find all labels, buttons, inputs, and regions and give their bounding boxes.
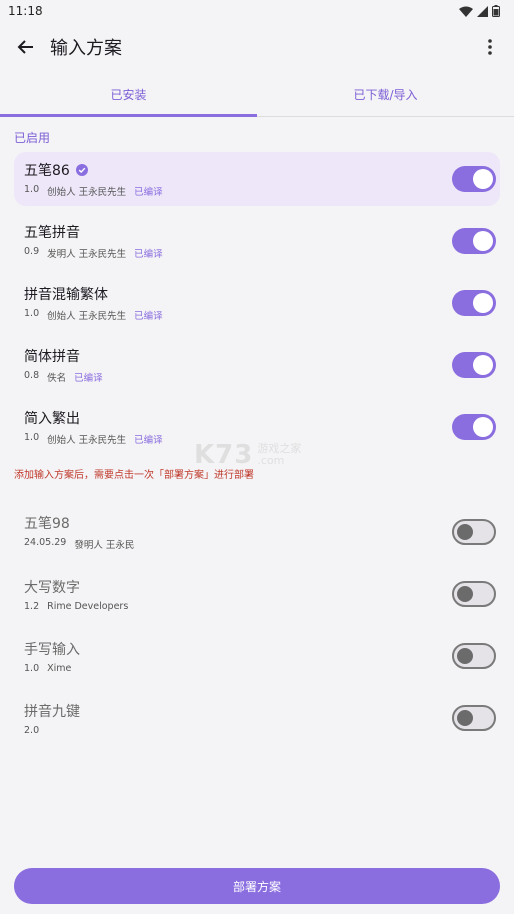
scheme-item-wubi86[interactable]: 五笔86 1.0 创始人 王永民先生 已编译 [14,152,500,206]
scheme-author: 發明人 王永民 [74,540,135,551]
wifi-icon [459,6,473,17]
scheme-name: 简体拼音 [24,349,80,365]
scheme-author: 创始人 王永民先生 [47,311,127,322]
scheme-name: 五笔98 [24,516,70,532]
toggle-knob [457,586,473,602]
scheme-status: 已编译 [134,435,163,446]
scheme-toggle[interactable] [452,166,496,192]
scheme-name: 拼音九键 [24,703,80,720]
signal-icon [477,5,488,17]
scheme-item-simplified-pinyin[interactable]: 简体拼音 0.8 佚名 已编译 [14,338,500,392]
scheme-toggle[interactable] [452,290,496,316]
toggle-knob [473,355,493,375]
scheme-version: 1.0 [24,184,40,195]
toggle-knob [473,169,493,189]
status-icons [459,5,500,17]
battery-icon [492,5,500,17]
scheme-name: 简入繁出 [24,411,80,427]
scheme-status: 已编译 [134,249,163,260]
watermark-sub1: 游戏之家 [257,441,302,455]
scheme-version: 1.0 [24,308,40,319]
scheme-version: 1.0 [24,432,40,443]
scheme-toggle[interactable] [452,228,496,254]
scheme-version: 0.8 [24,370,40,381]
toggle-knob [473,231,493,251]
k73-watermark-logo: K73 游戏之家 .com [194,440,301,470]
toggle-knob [457,710,473,726]
status-time: 11:18 [8,4,43,18]
scheme-author: Rime Developers [47,600,129,612]
verified-check-icon [75,164,88,176]
toggle-knob [457,524,473,540]
tab-downloaded-imported[interactable]: 已下载/导入 [257,72,514,116]
scheme-item-pinyin-9key[interactable]: 拼音九键 2.0 [14,691,500,745]
scheme-name: 五笔86 [24,163,70,179]
scheme-version: 1.2 [24,600,40,612]
scheme-item-wubi98[interactable]: 五笔98 24.05.29 發明人 王永民 [14,505,500,559]
scheme-author: 佚名 [47,373,67,384]
scheme-toggle[interactable] [452,643,496,669]
scheme-version: 0.9 [24,246,40,257]
watermark-sub2: .com [257,454,285,467]
toggle-knob [473,293,493,313]
more-vert-icon [488,39,492,55]
scheme-author: Xime [47,662,72,674]
tab-bar: 已安装 已下载/导入 [0,72,514,117]
scheme-name: 手写输入 [24,641,80,658]
toggle-knob [473,417,493,437]
deploy-scheme-button[interactable]: 部署方案 [14,868,500,904]
more-options-button[interactable] [478,35,502,59]
scheme-toggle[interactable] [452,519,496,545]
scheme-name: 拼音混输繁体 [24,287,108,303]
back-button[interactable] [14,35,38,59]
scheme-version: 1.0 [24,662,40,674]
watermark-main: K73 [194,440,254,470]
arrow-left-icon [17,40,33,54]
scheme-item-handwriting[interactable]: 手写输入 1.0 Xime [14,629,500,683]
scheme-toggle[interactable] [452,352,496,378]
scheme-item-wubi-pinyin[interactable]: 五笔拼音 0.9 发明人 王永民先生 已编译 [14,214,500,268]
scheme-name: 大写数字 [24,579,80,596]
scheme-item-uppercase-numbers[interactable]: 大写数字 1.2 Rime Developers [14,567,500,621]
scheme-version: 24.05.29 [24,537,67,548]
scheme-status: 已编译 [134,187,163,198]
page-title: 输入方案 [50,38,122,59]
status-bar: 11:18 [0,0,514,22]
scheme-name: 五笔拼音 [24,225,80,241]
tab-installed[interactable]: 已安装 [0,72,257,117]
scheme-author: 创始人 王永民先生 [47,187,127,198]
scheme-status: 已编译 [134,311,163,322]
scheme-toggle[interactable] [452,705,496,731]
scheme-status: 已编译 [74,373,103,384]
enabled-section-label: 已启用 [14,131,51,145]
scheme-version: 2.0 [24,724,40,736]
app-bar: 输入方案 [0,22,514,72]
toggle-knob [457,648,473,664]
scheme-author: 发明人 王永民先生 [47,249,127,260]
scheme-author: 创始人 王永民先生 [47,435,127,446]
scheme-toggle[interactable] [452,414,496,440]
scheme-item-pinyin-traditional[interactable]: 拼音混输繁体 1.0 创始人 王永民先生 已编译 [14,276,500,330]
scheme-toggle[interactable] [452,581,496,607]
